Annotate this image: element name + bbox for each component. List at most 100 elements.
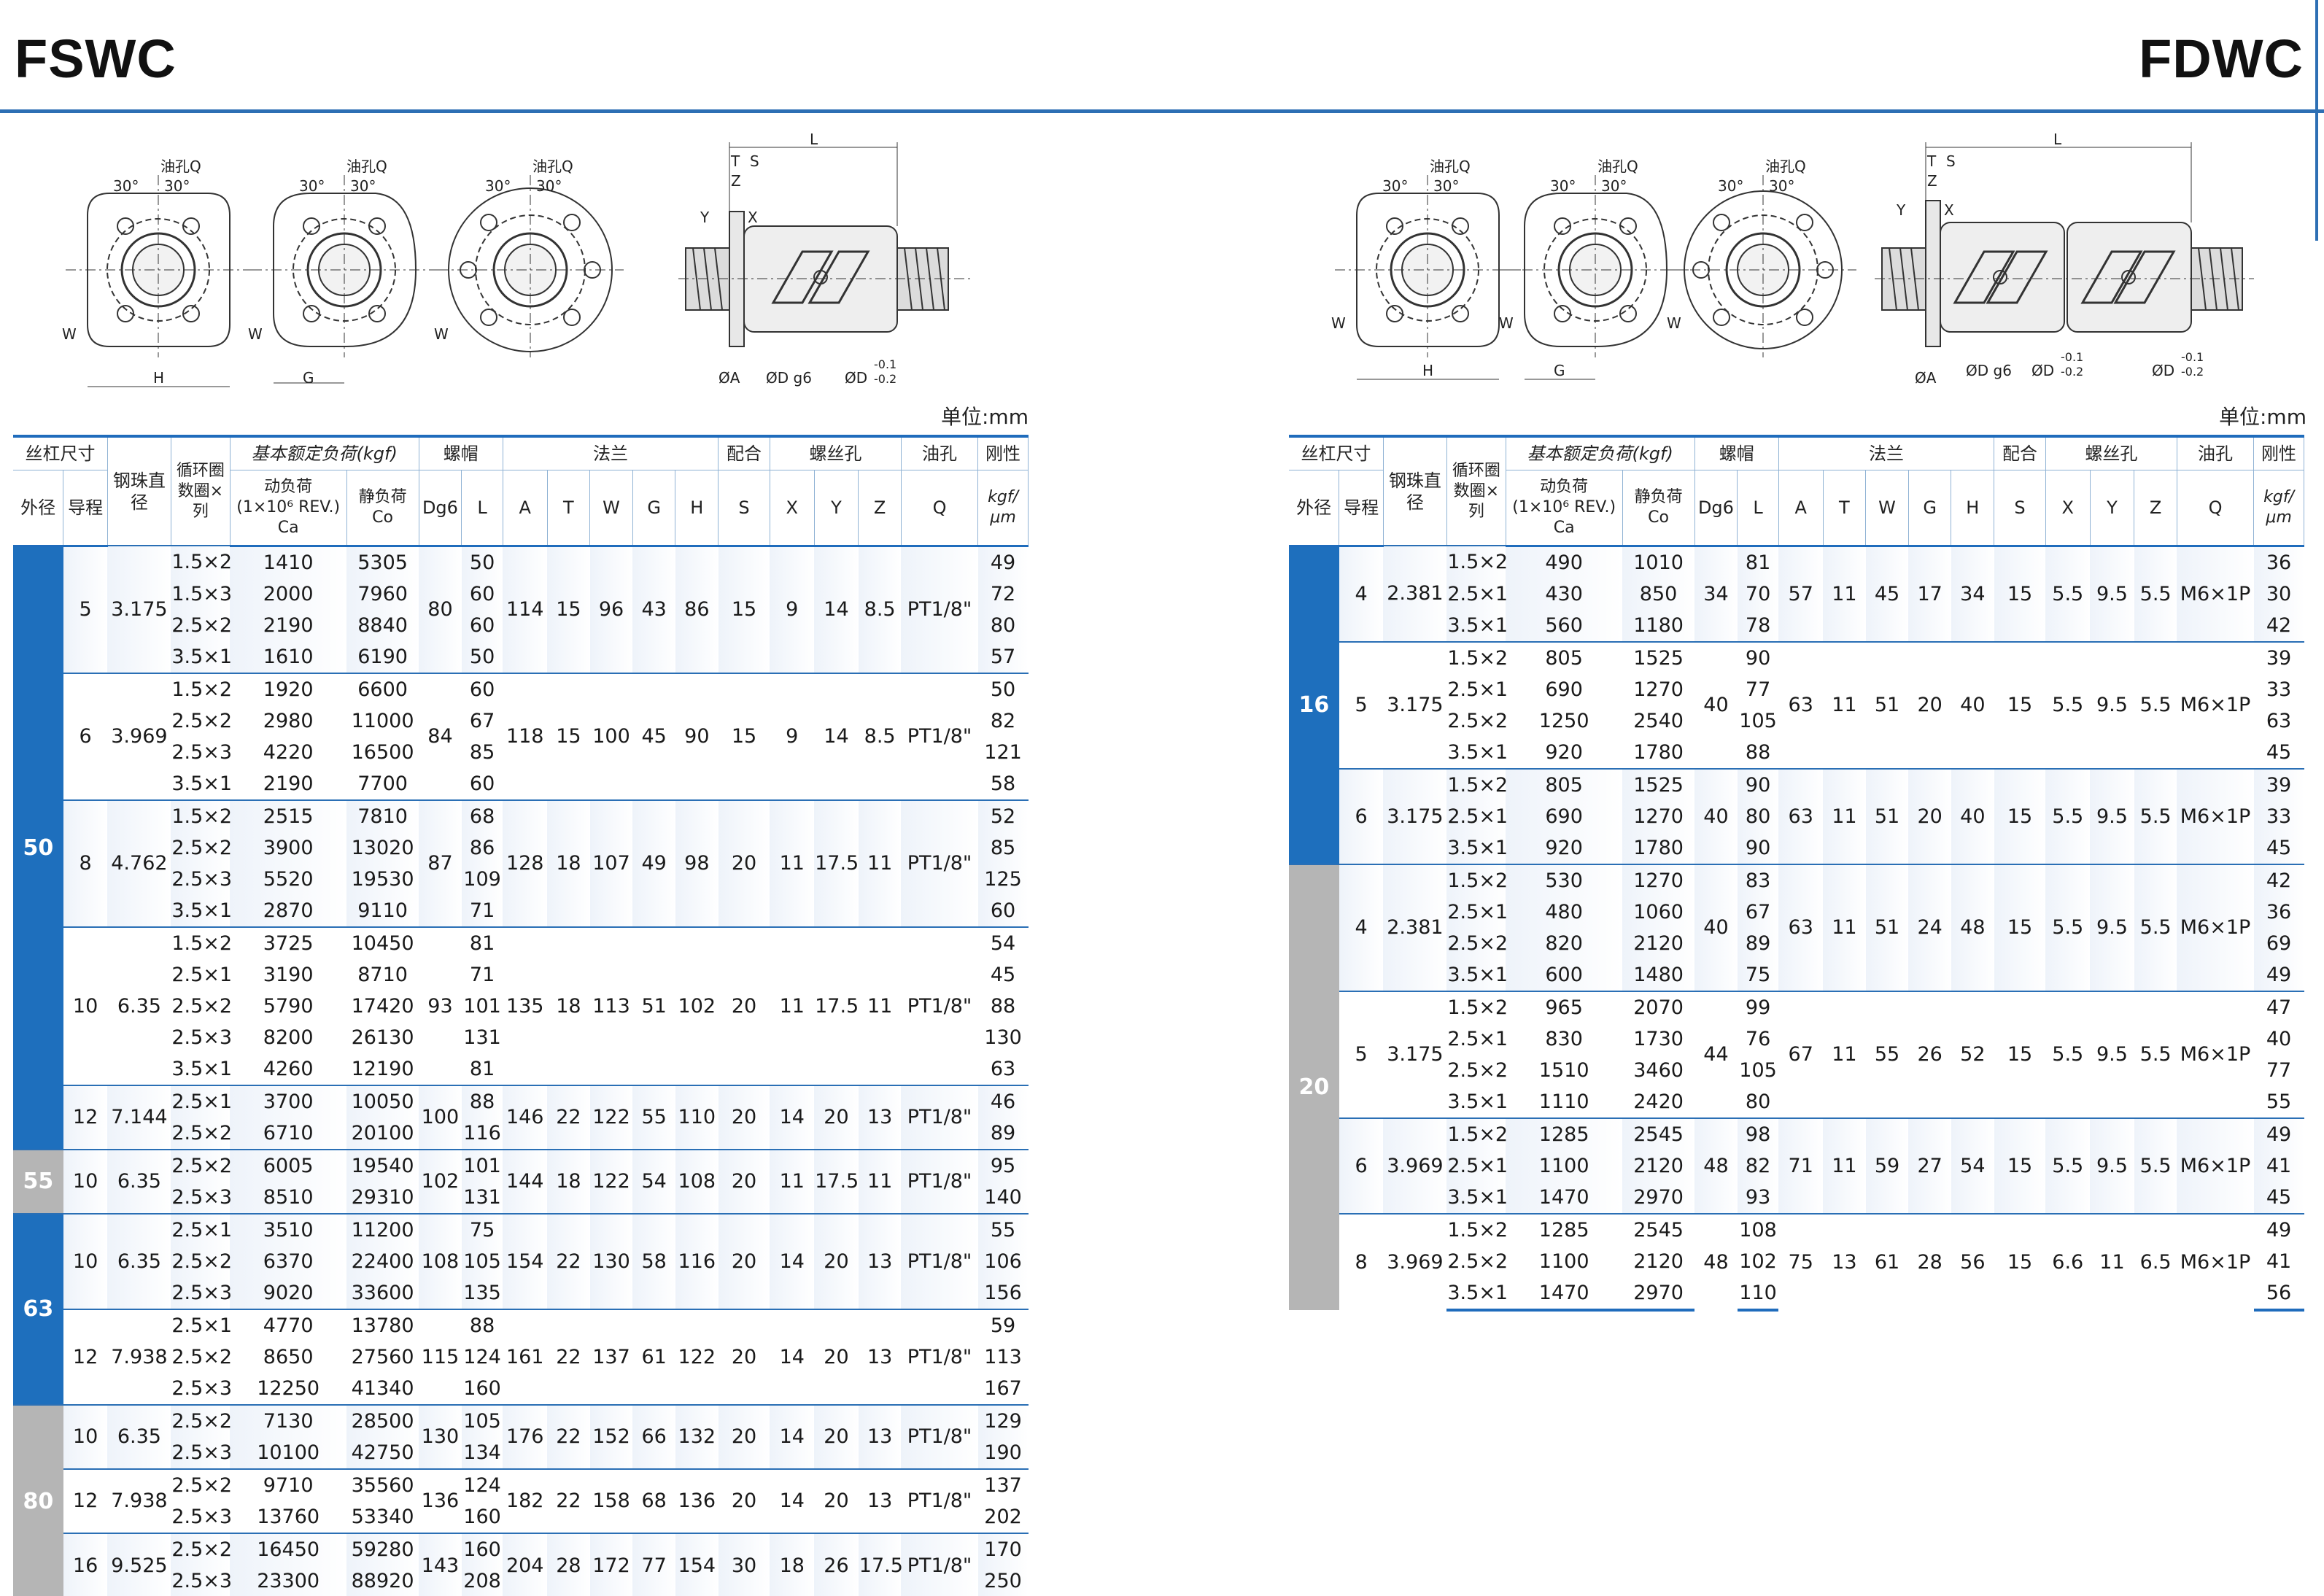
table-row: 16 4 2.381 1.5×2 490 1010 34 81 57 11 45 17 34 15 5.5 9…: [1289, 545, 2304, 864]
cell-static-load: 1180: [1622, 609, 1695, 642]
dim-l: L: [2053, 131, 2062, 148]
cell-circuits: 2.5×2: [171, 609, 232, 641]
dim-w: W: [1499, 314, 1514, 332]
cell-l: 90: [1737, 640, 1779, 674]
cell-l: 101: [463, 994, 501, 1018]
cell-circuits: 3.5×1: [1446, 1277, 1508, 1312]
fswc-spec-table: 丝杠尺寸 钢珠直径 循环圈数圈×列 基本额定负荷(kgf) 螺帽 法兰 配合 螺…: [13, 435, 1029, 1596]
cell-static-load: 1730: [1633, 1027, 1684, 1050]
table-row: 5 3.175 1.5×2 805 1525 40 90 63 11 51 20 40 15 5.5 9.5…: [1289, 640, 2304, 769]
cell-static-load: 1780: [1622, 832, 1695, 864]
dim-t: T: [1926, 152, 1937, 170]
hdr-q: Q: [901, 470, 979, 547]
cell-circuits: 3.5×1: [171, 1057, 233, 1080]
hdr-h: H: [1951, 470, 1995, 547]
cell-circuits: 2.5×3: [171, 1565, 232, 1596]
cell-s: 15: [1994, 767, 2046, 864]
cell-static-load: 2420: [1633, 1090, 1684, 1113]
cell-w: 100: [589, 672, 633, 800]
cell-circuits: 2.5×2: [171, 1148, 232, 1182]
cell-circuits: 3.5×1: [1447, 1090, 1508, 1113]
cell-static-load: 59280: [346, 1532, 419, 1565]
cell-circuits: 1.5×2: [1446, 640, 1508, 674]
dim-w: W: [248, 325, 263, 343]
cell-stiffness: 36: [2253, 545, 2304, 578]
cell-l: 78: [1737, 609, 1779, 642]
cell-z: 5.5: [2134, 990, 2177, 1118]
cell-static-load: 10050: [346, 1084, 419, 1117]
cell-static-load: 8710: [357, 963, 408, 986]
cell-static-load: 1525: [1622, 767, 1695, 801]
cell-s: 15: [1994, 640, 2046, 769]
cell-ball-dia: 3.969: [1383, 1117, 1447, 1214]
cell-circuits: 2.5×3: [171, 1277, 232, 1309]
flange-view-3: W 油孔Q 30° 30°: [1667, 158, 1856, 357]
cell-y: 17.5: [814, 1148, 859, 1214]
cell-l: 108: [1737, 1212, 1779, 1246]
cell-s: 20: [718, 1468, 770, 1533]
table-row: 63 10 6.35 2.5×1 3510 11200 108 75 154 22 130 58 116…: [13, 1212, 1029, 1405]
hdr-oil-hole: 油孔: [2177, 435, 2255, 470]
cell-dynamic-load: 3700: [230, 1084, 347, 1117]
cell-static-load: 7810: [346, 799, 419, 832]
cell-l: 90: [1737, 767, 1779, 801]
angle-label: 30°: [1718, 177, 1743, 195]
cell-w: 137: [589, 1308, 633, 1405]
cell-static-load: 1780: [1633, 740, 1684, 764]
cell-stiffness: 49: [2253, 1117, 2304, 1150]
cell-dynamic-load: 12250: [257, 1376, 320, 1400]
hdr-static-load: 静负荷 Co: [346, 470, 419, 547]
cell-x: 11: [770, 1148, 815, 1214]
cell-s: 15: [1994, 1117, 2046, 1214]
cell-dynamic-load: 9710: [230, 1468, 347, 1501]
dim-h: H: [1422, 362, 1433, 379]
cell-w: 96: [589, 545, 633, 673]
cell-static-load: 16500: [351, 740, 414, 764]
cell-dg6: 102: [419, 1148, 462, 1214]
cell-g: 66: [632, 1403, 675, 1469]
cell-static-load: 53340: [351, 1505, 414, 1528]
dim-dia-a: ØA: [1915, 369, 1937, 387]
cell-dynamic-load: 5790: [263, 994, 314, 1018]
angle-label: 30°: [299, 177, 325, 195]
cell-w: 130: [589, 1212, 633, 1309]
cell-g: 55: [632, 1084, 675, 1150]
cell-dynamic-load: 1410: [230, 545, 347, 578]
cell-outer-dia: 80: [13, 1403, 63, 1596]
cell-l: 160: [463, 1505, 501, 1528]
cell-g: 28: [1908, 1212, 1951, 1310]
flange-view-2: G W 油孔Q 30° 30°: [248, 158, 438, 387]
cell-dg6: 40: [1694, 863, 1738, 991]
cell-static-load: 41340: [351, 1376, 414, 1400]
hdr-dg6: Dg6: [419, 470, 462, 547]
cell-x: 5.5: [2045, 767, 2091, 864]
cell-stiffness: 59: [977, 1308, 1029, 1341]
cell-s: 20: [718, 1084, 770, 1150]
hdr-z: Z: [858, 470, 902, 547]
cell-stiffness: 55: [977, 1212, 1029, 1246]
hdr-screw-size: 丝杠尺寸: [1289, 435, 1384, 470]
cell-dynamic-load: 9020: [230, 1277, 347, 1309]
cell-stiffness: 69: [2253, 927, 2304, 959]
cell-q: PT1/8": [901, 799, 978, 927]
hdr-ball-dia: 钢珠直径: [1383, 435, 1447, 546]
cell-stiffness: 60: [977, 894, 1029, 927]
cell-z: 13: [858, 1403, 902, 1469]
cell-dynamic-load: 830: [1545, 1027, 1583, 1050]
cell-ball-dia: 6.35: [107, 926, 171, 1085]
cell-h: 136: [675, 1468, 718, 1533]
cell-g: 45: [632, 672, 675, 800]
cell-static-load: 19540: [346, 1148, 419, 1182]
cell-ball-dia: 3.969: [1383, 1212, 1447, 1310]
cell-outer-dia: 63: [13, 1212, 63, 1405]
cell-dynamic-load: 4220: [263, 740, 314, 764]
cell-t: 22: [547, 1308, 590, 1405]
cell-ball-dia: 2.381: [1383, 863, 1447, 991]
cell-dg6: 136: [419, 1468, 462, 1533]
cell-l: 70: [1737, 578, 1779, 610]
cell-static-load: 850: [1622, 578, 1695, 610]
cell-s: 15: [718, 545, 770, 673]
cell-q: PT1/8": [901, 1468, 978, 1533]
cell-static-load: 1010: [1622, 545, 1695, 578]
cell-lead: 6: [1339, 767, 1384, 864]
